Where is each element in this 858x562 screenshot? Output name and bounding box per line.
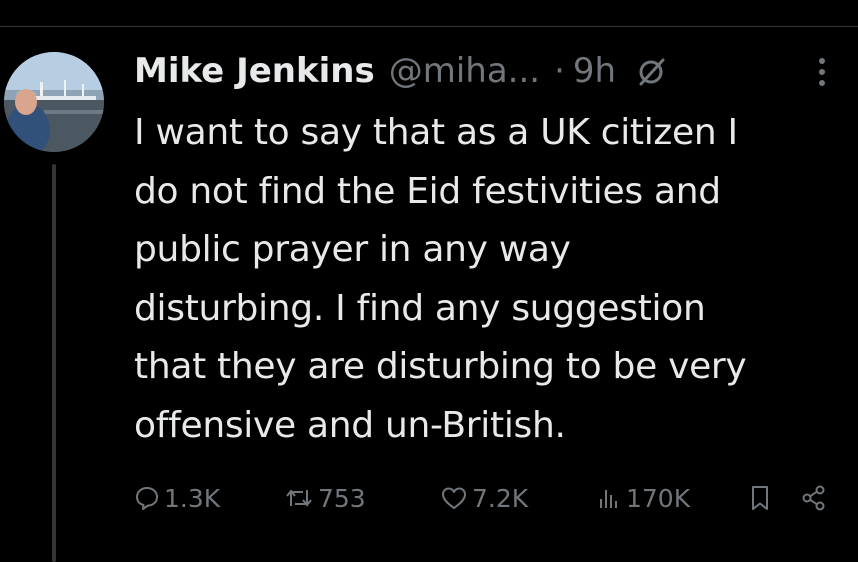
- repost-arrows-icon: [286, 489, 312, 507]
- post-header: Mike Jenkins @miha... · 9h: [134, 48, 668, 94]
- action-bar: 1.3K 753 7.2K 170K: [0, 478, 858, 518]
- views-count: 170K: [626, 483, 691, 513]
- heart-icon: [442, 487, 466, 509]
- share-icon: [802, 485, 825, 511]
- repost-button[interactable]: 753: [284, 478, 366, 518]
- like-count: 7.2K: [472, 483, 529, 513]
- like-button[interactable]: 7.2K: [440, 478, 528, 518]
- author-name[interactable]: Mike Jenkins: [134, 48, 375, 94]
- separator-dot: ·: [554, 51, 565, 91]
- author-handle[interactable]: @miha...: [389, 48, 540, 94]
- repost-count: 753: [318, 483, 366, 513]
- post-time[interactable]: 9h: [573, 48, 616, 94]
- more-options-button[interactable]: [808, 52, 836, 92]
- views-button[interactable]: 170K: [596, 478, 690, 518]
- post-text: I want to say that as a UK citizen I do …: [134, 112, 747, 446]
- reply-button[interactable]: 1.3K: [134, 478, 220, 518]
- bookmark-button[interactable]: [748, 478, 772, 518]
- top-divider: [0, 26, 858, 27]
- avatar[interactable]: [4, 52, 104, 152]
- speech-bubble-icon: [136, 487, 158, 510]
- avatar-image: [4, 52, 104, 152]
- bookmark-icon: [752, 486, 768, 510]
- no-entry-circle-icon: [636, 55, 668, 87]
- share-button[interactable]: [800, 478, 828, 518]
- reply-count: 1.3K: [164, 483, 221, 513]
- more-vertical-icon: [819, 58, 825, 86]
- bar-chart-icon: [600, 490, 617, 508]
